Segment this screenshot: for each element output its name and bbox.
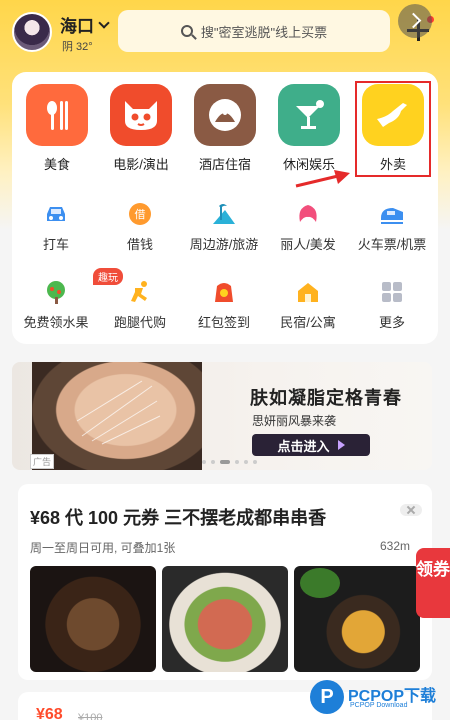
deal-description: 周一至周日可用, 可叠加1张 bbox=[30, 541, 176, 555]
category-label: 酒店住宿 bbox=[198, 157, 251, 172]
pcpop-logo: P bbox=[310, 680, 344, 714]
service-grid-card: 美食 电影/演出 酒店住宿 休闲娱乐 外卖 打车 借 借钱 周边游/旅游 丽人/… bbox=[12, 72, 438, 344]
service-label: 民宿/公寓 bbox=[280, 315, 336, 330]
service-red-envelope[interactable]: 红包签到 bbox=[182, 280, 266, 331]
arrow-right-icon bbox=[295, 170, 350, 188]
watermark: P PCPOP下载 PCPOP Download bbox=[310, 676, 450, 720]
car-icon bbox=[43, 202, 69, 226]
service-more[interactable]: 更多 bbox=[350, 280, 434, 331]
category-label: 美食 bbox=[43, 157, 70, 172]
deal-card[interactable]: ¥68 代 100 元券 三不摆老成都串串香 周一至周日可用, 可叠加1张 63… bbox=[18, 484, 432, 680]
service-loan[interactable]: 借 借钱 bbox=[98, 202, 182, 253]
service-homestay[interactable]: 民宿/公寓 bbox=[266, 280, 350, 331]
banner-button-label: 点击进入 bbox=[277, 438, 330, 454]
service-label: 打车 bbox=[42, 237, 69, 252]
city-selector[interactable]: 海口 bbox=[60, 12, 110, 37]
hotel-icon bbox=[194, 84, 256, 146]
svg-text:借: 借 bbox=[135, 208, 146, 221]
close-icon[interactable] bbox=[400, 504, 422, 516]
deal-title: ¥68 代 100 元券 三不摆老成都串串香 bbox=[30, 508, 327, 528]
cat-icon bbox=[110, 84, 172, 146]
chevron-down-icon bbox=[98, 16, 110, 29]
grid-icon bbox=[379, 280, 405, 304]
face-lines-graphic bbox=[76, 380, 161, 445]
weather-text: 阴 32° bbox=[62, 41, 93, 53]
house-icon bbox=[295, 280, 321, 304]
service-label: 丽人/美发 bbox=[280, 237, 336, 252]
service-label: 火车票/机票 bbox=[357, 237, 427, 252]
carousel-dots bbox=[202, 460, 257, 464]
service-travel[interactable]: 周边游/旅游 bbox=[182, 202, 266, 253]
search-placeholder: 搜"密室逃脱"线上买票 bbox=[200, 24, 328, 40]
service-label: 更多 bbox=[378, 315, 405, 330]
food-photo[interactable] bbox=[294, 566, 420, 672]
food-photo[interactable] bbox=[162, 566, 288, 672]
coupon-tag[interactable]: 领券 bbox=[416, 548, 450, 618]
ad-tag: 广告 bbox=[30, 454, 55, 469]
service-label: 免费领水果 bbox=[23, 315, 89, 330]
chevron-right-icon[interactable] bbox=[398, 4, 432, 38]
banner-title: 肤如凝脂定格青春 bbox=[250, 388, 402, 408]
service-label: 跑腿代购 bbox=[113, 315, 166, 330]
banner-enter-button[interactable]: 点击进入 bbox=[252, 434, 370, 456]
leaf-decoration bbox=[300, 568, 340, 598]
category-food[interactable]: 美食 bbox=[22, 84, 92, 173]
service-tickets[interactable]: 火车票/机票 bbox=[350, 202, 434, 253]
train-icon bbox=[379, 202, 405, 226]
palm-tree-icon bbox=[211, 202, 237, 226]
fork-knife-icon bbox=[26, 84, 88, 146]
service-label: 周边游/旅游 bbox=[189, 237, 259, 252]
service-beauty[interactable]: 丽人/美发 bbox=[266, 202, 350, 253]
runner-icon bbox=[127, 280, 153, 304]
service-errand[interactable]: 跑腿代购 bbox=[98, 280, 182, 331]
header-bar: 海口 阴 32° 搜"密室逃脱"线上买票 bbox=[0, 0, 450, 62]
banner-subtitle: 思妍丽风暴来袭 bbox=[252, 414, 337, 428]
loan-icon: 借 bbox=[127, 202, 153, 226]
service-free-fruit[interactable]: 趣玩 免费领水果 bbox=[14, 268, 123, 331]
category-entertainment[interactable]: 休闲娱乐 bbox=[274, 84, 344, 173]
cocktail-icon bbox=[278, 84, 340, 146]
highlight-box bbox=[355, 81, 431, 177]
service-label: 红包签到 bbox=[197, 315, 250, 330]
ad-banner[interactable]: 肤如凝脂定格青春 思妍丽风暴来袭 点击进入 广告 bbox=[12, 362, 432, 470]
service-taxi[interactable]: 打车 bbox=[14, 202, 98, 253]
search-icon bbox=[180, 25, 193, 37]
deal-old-price: ¥100 bbox=[78, 712, 103, 720]
watermark-subtext: PCPOP Download bbox=[350, 702, 408, 709]
category-hotel[interactable]: 酒店住宿 bbox=[190, 84, 260, 173]
hair-icon bbox=[295, 202, 321, 226]
category-label: 电影/演出 bbox=[113, 157, 169, 172]
food-photo[interactable] bbox=[30, 566, 156, 672]
play-icon bbox=[337, 440, 345, 450]
search-bar[interactable]: 搜"密室逃脱"线上买票 bbox=[118, 10, 390, 52]
tree-icon: 趣玩 bbox=[43, 268, 123, 304]
deal-price: ¥68 bbox=[36, 706, 63, 720]
category-movie[interactable]: 电影/演出 bbox=[106, 84, 176, 173]
red-envelope-icon bbox=[211, 280, 237, 304]
deal-distance: 632m bbox=[380, 539, 411, 553]
avatar[interactable] bbox=[12, 12, 52, 52]
service-label: 借钱 bbox=[126, 237, 153, 252]
city-name: 海口 bbox=[60, 17, 94, 36]
